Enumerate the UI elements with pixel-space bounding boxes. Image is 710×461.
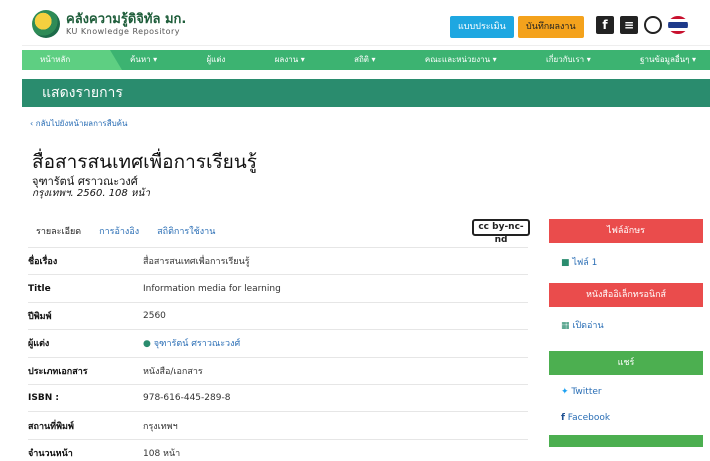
table-row: ปีพิมพ์ 2560 [28,301,528,329]
meta-key: ชื่อเรื่อง [28,257,58,268]
meta-value: กรุงเทพฯ [143,421,178,432]
twitter-label[interactable]: Twitter [571,387,601,397]
meta-value: 2560 [143,310,166,321]
site-header: คลังความรู้ดิจิทัล มก. KU Knowledge Repo… [22,0,710,46]
back-to-results-link[interactable]: ‹ กลับไปยังหน้าผลการสืบค้น [30,117,128,130]
logo-emblem-icon [32,10,60,38]
evaluation-button[interactable]: แบบประเมิน [450,16,514,38]
file-link[interactable]: ■ ไฟล์ 1 [549,255,703,269]
author-name[interactable]: จุฑารัตน์ ศราวณะวงศ์ [154,339,241,349]
meta-key: ผู้แต่ง [28,339,50,350]
facebook-share-link[interactable]: f Facebook [549,413,703,423]
facebook-label[interactable]: Facebook [568,413,610,423]
meta-value: สื่อสารสนเทศเพื่อการเรียนรู้ [143,257,250,268]
facebook-icon[interactable]: f [596,16,614,34]
file-section-button[interactable]: ไฟล์อักษร [549,219,703,243]
ebook-link-label[interactable]: เปิดอ่าน [572,321,603,331]
ebook-section-button[interactable]: หนังสืออิเล็กทรอนิกส์ [549,283,703,307]
meta-key: ประเภทเอกสาร [28,366,88,377]
main-nav: หน้าหลัก ค้นหา ▾ ผู้แต่ง ผลงาน ▾ สถิติ ▾… [22,50,710,70]
table-row: ISBN : 978-616-445-289-8 [28,383,528,411]
user-icon[interactable] [644,16,662,34]
nav-search[interactable]: ค้นหา ▾ [130,50,157,70]
user-icon: ● [143,339,151,350]
meta-key: Title [28,283,51,294]
meta-key: จำนวนหน้า [28,448,73,459]
site-logo[interactable]: คลังความรู้ดิจิทัล มก. KU Knowledge Repo… [32,10,186,38]
meta-key: ปีพิมพ์ [28,311,52,322]
sidebar-next-button[interactable] [549,435,703,447]
nav-about[interactable]: เกี่ยวกับเรา ▾ [546,50,591,70]
ebook-link[interactable]: ▦ เปิดอ่าน [549,318,703,332]
sidebar: ไฟล์อักษร ■ ไฟล์ 1 หนังสืออิเล็กทรอนิกส์… [549,219,703,447]
meta-value: หนังสือ/เอกสาร [143,366,203,377]
table-row: ชื่อเรื่อง สื่อสารสนเทศเพื่อการเรียนรู้ [28,247,528,274]
table-row: สถานที่พิมพ์ กรุงเทพฯ [28,411,528,438]
metadata-table: ชื่อเรื่อง สื่อสารสนเทศเพื่อการเรียนรู้ T… [28,247,528,461]
share-section-button[interactable]: แชร์ [549,351,703,375]
record-work-button[interactable]: บันทึกผลงาน [518,16,584,38]
nav-faculties[interactable]: คณะและหน่วยงาน ▾ [425,50,497,70]
table-row: Title Information media for learning [28,274,528,301]
meta-value: Information media for learning [143,283,281,294]
nav-works[interactable]: ผลงาน ▾ [275,50,305,70]
meta-key: สถานที่พิมพ์ [28,421,74,432]
nav-other-db[interactable]: ฐานข้อมูลอื่นๆ ▾ [640,50,696,70]
social-icons: f ≡ [596,16,688,34]
record-publication: กรุงเทพฯ. 2560. 108 หน้า [32,188,150,199]
author-link[interactable]: ● จุฑารัตน์ ศราวณะวงศ์ [143,336,240,350]
logo-subtitle: KU Knowledge Repository [66,26,180,36]
table-row: ผู้แต่ง ● จุฑารัตน์ ศราวณะวงศ์ [28,329,528,356]
meta-value: 978-616-445-289-8 [143,393,231,404]
page-section-title: แสดงรายการ [22,79,710,107]
file-link-label[interactable]: ไฟล์ 1 [572,258,597,268]
document-icon[interactable]: ≡ [620,16,638,34]
nav-home[interactable]: หน้าหลัก [22,50,122,70]
meta-value: 108 หน้า [143,448,181,459]
logo-title: คลังความรู้ดิจิทัล มก. [66,11,187,27]
facebook-small-icon: f [561,413,565,423]
book-icon: ▦ [561,321,570,331]
twitter-icon: ✦ [561,387,569,397]
detail-tabs: รายละเอียด การอ้างอิง สถิติการใช้งาน [36,224,215,238]
thai-flag-icon[interactable] [668,16,688,34]
table-row: ประเภทเอกสาร หนังสือ/เอกสาร [28,356,528,384]
tab-usage-stats[interactable]: สถิติการใช้งาน [157,224,215,238]
meta-key: ISBN : [28,393,59,404]
file-icon: ■ [561,258,570,268]
nav-stats[interactable]: สถิติ ▾ [354,50,375,70]
table-row: จำนวนหน้า 108 หน้า [28,438,528,461]
nav-authors[interactable]: ผู้แต่ง [206,50,225,70]
twitter-share-link[interactable]: ✦ Twitter [549,387,703,397]
creative-commons-badge[interactable]: cc by-nc-nd [472,219,530,245]
tab-citation[interactable]: การอ้างอิง [99,224,139,238]
tab-details[interactable]: รายละเอียด [36,224,81,238]
